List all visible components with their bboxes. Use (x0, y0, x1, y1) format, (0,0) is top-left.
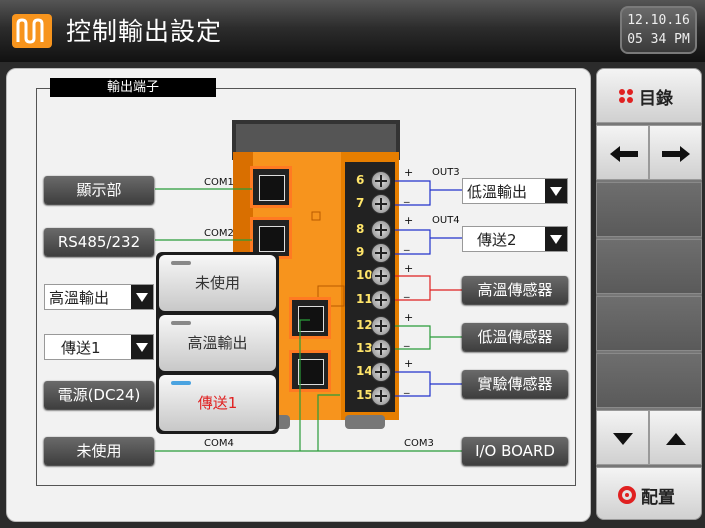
menu-item-indicator (171, 321, 191, 325)
select-value: 低溫輸出 (467, 183, 528, 201)
select-value: 傳送2 (477, 231, 517, 249)
polarity-plus: + (404, 262, 414, 275)
polarity-minus: _ (404, 381, 410, 394)
polarity-plus: + (404, 311, 414, 324)
select-value: 高溫輸出 (49, 289, 110, 307)
wire-label-com3: COM3 (404, 438, 434, 449)
arrow-left-button[interactable] (596, 125, 649, 180)
sidebar-blank-2 (596, 239, 702, 294)
polarity-minus: _ (404, 190, 410, 203)
exp-sensor-button[interactable]: 實驗傳感器 (462, 370, 568, 398)
out3-select[interactable]: 低溫輸出 (462, 178, 568, 204)
menu-item-high-temp-output[interactable]: 高溫輸出 (159, 315, 276, 371)
power-button[interactable]: 電源(DC24) (44, 381, 154, 409)
arrow-right-icon (662, 146, 690, 162)
unused-button[interactable]: 未使用 (44, 437, 154, 465)
display-button[interactable]: 顯示部 (44, 176, 154, 204)
scroll-down-button[interactable] (596, 410, 649, 465)
menu-item-label: 未使用 (194, 274, 240, 292)
chevron-down-icon (131, 285, 153, 309)
grid-icon (619, 89, 633, 103)
triangle-down-icon (613, 433, 633, 445)
triangle-up-icon (666, 433, 686, 445)
wire-label-out4: OUT4 (432, 215, 460, 226)
menu-item-label: 傳送1 (197, 394, 238, 412)
menu-item-unused[interactable]: 未使用 (159, 255, 276, 311)
sidebar-blank-3 (596, 296, 702, 351)
rs485-button[interactable]: RS485/232 (44, 228, 154, 256)
wire-label-com4: COM4 (204, 438, 234, 449)
polarity-minus: _ (404, 334, 410, 347)
chevron-down-icon (131, 335, 153, 359)
polarity-minus: _ (404, 285, 410, 298)
wire-label-out3: OUT3 (432, 167, 460, 178)
polarity-plus: + (404, 214, 414, 227)
select-value: 傳送1 (61, 339, 101, 357)
menu-item-transmit1[interactable]: 傳送1 (159, 375, 276, 431)
chevron-down-icon (545, 179, 567, 203)
low-temp-sensor-button[interactable]: 低溫傳感器 (462, 323, 568, 351)
index-label: 目錄 (639, 89, 673, 109)
menu-item-indicator (171, 381, 191, 385)
dropdown-menu: 未使用 高溫輸出 傳送1 (156, 252, 279, 434)
menu-item-indicator (171, 261, 191, 265)
polarity-plus: + (404, 357, 414, 370)
scroll-up-button[interactable] (649, 410, 702, 465)
menu-item-label: 高溫輸出 (187, 334, 248, 352)
sidebar-blank-4 (596, 353, 702, 408)
out4-select[interactable]: 傳送2 (462, 226, 568, 252)
wire-label-com2: COM2 (204, 228, 234, 239)
gear-icon (618, 486, 636, 504)
arrow-left-icon (610, 146, 638, 162)
sidebar: 目錄 配置 (596, 68, 702, 520)
polarity-minus: _ (404, 238, 410, 251)
left-output-select-1[interactable]: 高溫輸出 (44, 284, 154, 310)
io-board-button[interactable]: I/O BOARD (462, 437, 568, 465)
chevron-down-icon (545, 227, 567, 251)
left-output-select-2[interactable]: 傳送1 (44, 334, 154, 360)
config-label: 配置 (641, 488, 675, 508)
wire-label-com1: COM1 (204, 177, 234, 188)
high-temp-sensor-button[interactable]: 高溫傳感器 (462, 276, 568, 304)
index-button[interactable]: 目錄 (596, 68, 702, 123)
sidebar-blank-1 (596, 182, 702, 237)
arrow-right-button[interactable] (649, 125, 702, 180)
polarity-plus: + (404, 166, 414, 179)
config-button[interactable]: 配置 (596, 467, 702, 520)
